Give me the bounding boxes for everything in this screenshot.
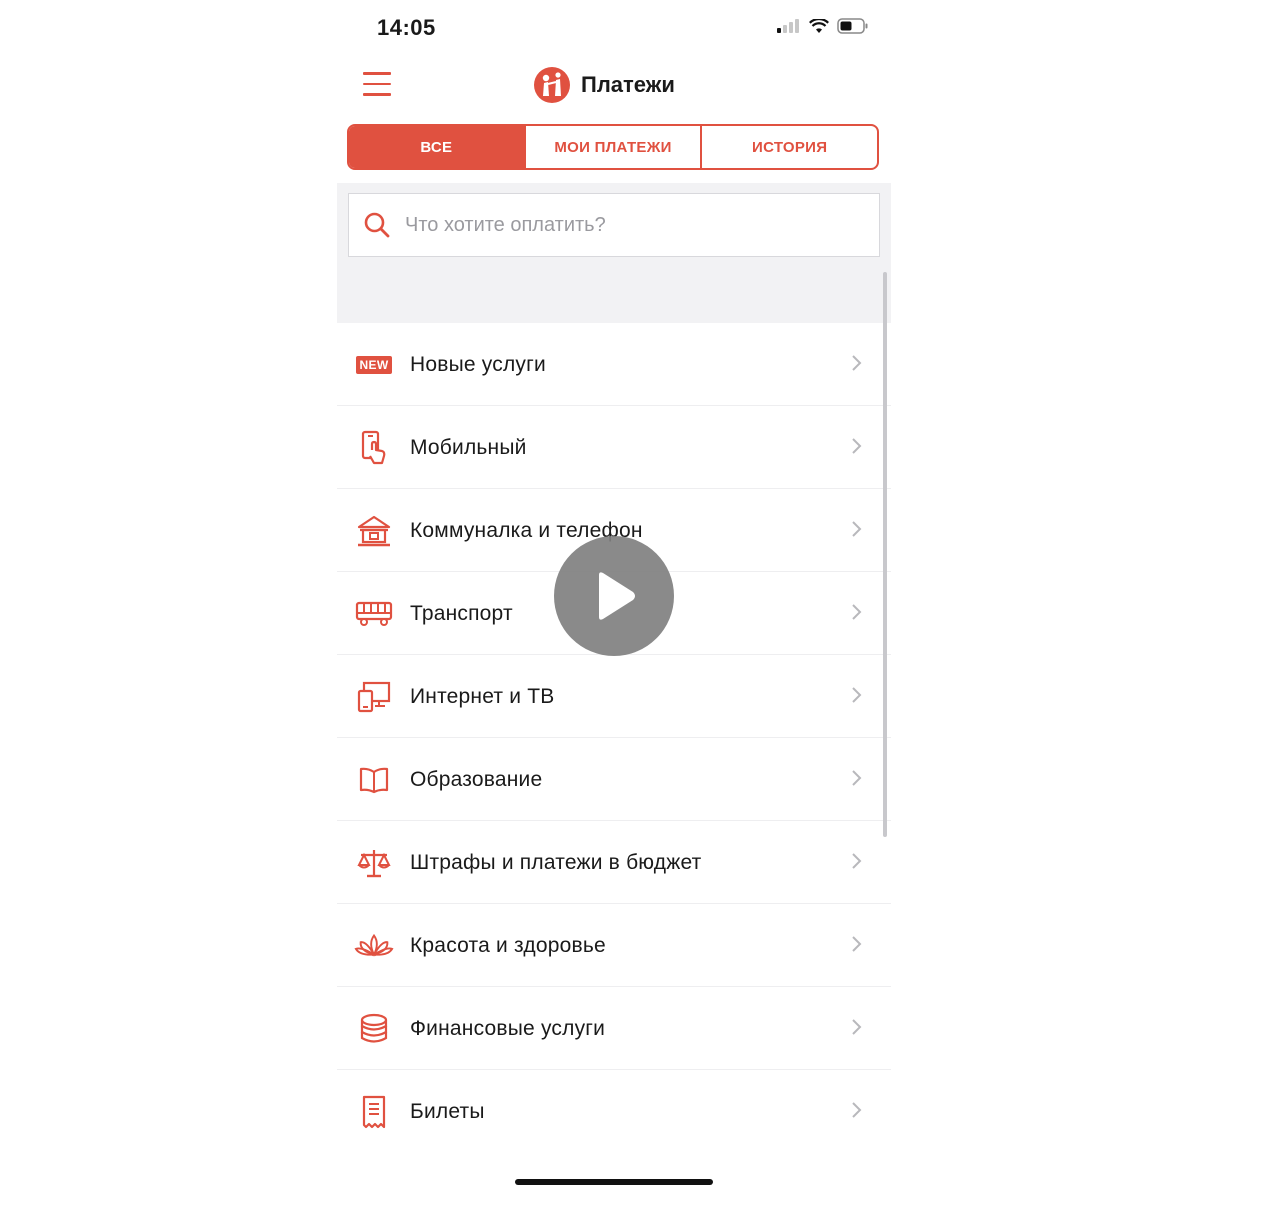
bus-icon	[355, 601, 393, 626]
play-button[interactable]	[554, 536, 674, 656]
category-label: Красота и здоровье	[410, 933, 606, 957]
chevron-right-icon	[852, 853, 862, 869]
chevron-right-icon	[852, 604, 862, 620]
category-beauty-health[interactable]: Красота и здоровье	[337, 904, 891, 987]
chevron-right-icon	[852, 1019, 862, 1035]
category-label: Новые услуги	[410, 352, 546, 376]
chevron-right-icon	[852, 770, 862, 786]
chevron-right-icon	[852, 1102, 862, 1118]
search-box[interactable]	[348, 193, 880, 257]
receipt-icon	[362, 1095, 386, 1128]
battery-icon	[837, 18, 868, 34]
cellular-signal-icon	[777, 19, 799, 33]
tab-history[interactable]: ИСТОРИЯ	[700, 126, 877, 168]
category-label: Билеты	[410, 1099, 485, 1123]
play-icon	[599, 572, 635, 620]
wifi-icon	[809, 18, 829, 33]
search-input[interactable]	[403, 212, 847, 238]
new-badge-icon: NEW	[354, 345, 394, 385]
scales-icon	[357, 849, 391, 877]
category-label: Штрафы и платежи в бюджет	[410, 850, 702, 874]
book-icon	[359, 767, 389, 793]
mobile-phone-icon	[361, 430, 386, 464]
chevron-right-icon	[852, 521, 862, 537]
lotus-icon	[354, 933, 394, 957]
category-new-services[interactable]: NEW Новые услуги	[337, 323, 891, 406]
category-internet-tv[interactable]: Интернет и ТВ	[337, 655, 891, 738]
category-label: Образование	[410, 767, 543, 791]
bank-logo-icon	[534, 67, 570, 103]
chevron-right-icon	[852, 936, 862, 952]
devices-icon	[357, 681, 391, 712]
category-label: Мобильный	[410, 435, 527, 459]
status-icons	[777, 18, 869, 34]
category-tickets[interactable]: Билеты	[337, 1070, 891, 1153]
hamburger-menu-icon[interactable]	[363, 72, 391, 98]
category-fines-budget[interactable]: Штрафы и платежи в бюджет	[337, 821, 891, 904]
chevron-right-icon	[852, 438, 862, 454]
page-title: Платежи	[581, 72, 675, 97]
search-area	[337, 183, 891, 323]
tab-my-payments[interactable]: МОИ ПЛАТЕЖИ	[523, 126, 701, 168]
search-icon	[364, 212, 390, 238]
status-time: 14:05	[377, 15, 436, 40]
category-mobile[interactable]: Мобильный	[337, 406, 891, 489]
category-list: NEW Новые услуги Мобильный Коммуналка и …	[337, 323, 891, 1153]
category-label: Транспорт	[410, 601, 513, 625]
coins-icon	[360, 1013, 388, 1043]
category-financial[interactable]: Финансовые услуги	[337, 987, 891, 1070]
tab-bar: ВСЕ МОИ ПЛАТЕЖИ ИСТОРИЯ	[347, 124, 879, 170]
category-label: Интернет и ТВ	[410, 684, 555, 708]
category-label: Финансовые услуги	[410, 1016, 606, 1040]
chevron-right-icon	[852, 355, 862, 371]
new-badge: NEW	[355, 355, 393, 374]
house-icon	[357, 515, 391, 546]
scrollbar[interactable]	[883, 272, 887, 837]
category-education[interactable]: Образование	[337, 738, 891, 821]
chevron-right-icon	[852, 687, 862, 703]
header: Платежи	[533, 66, 675, 104]
tab-all[interactable]: ВСЕ	[349, 126, 524, 168]
home-indicator[interactable]	[515, 1179, 713, 1185]
